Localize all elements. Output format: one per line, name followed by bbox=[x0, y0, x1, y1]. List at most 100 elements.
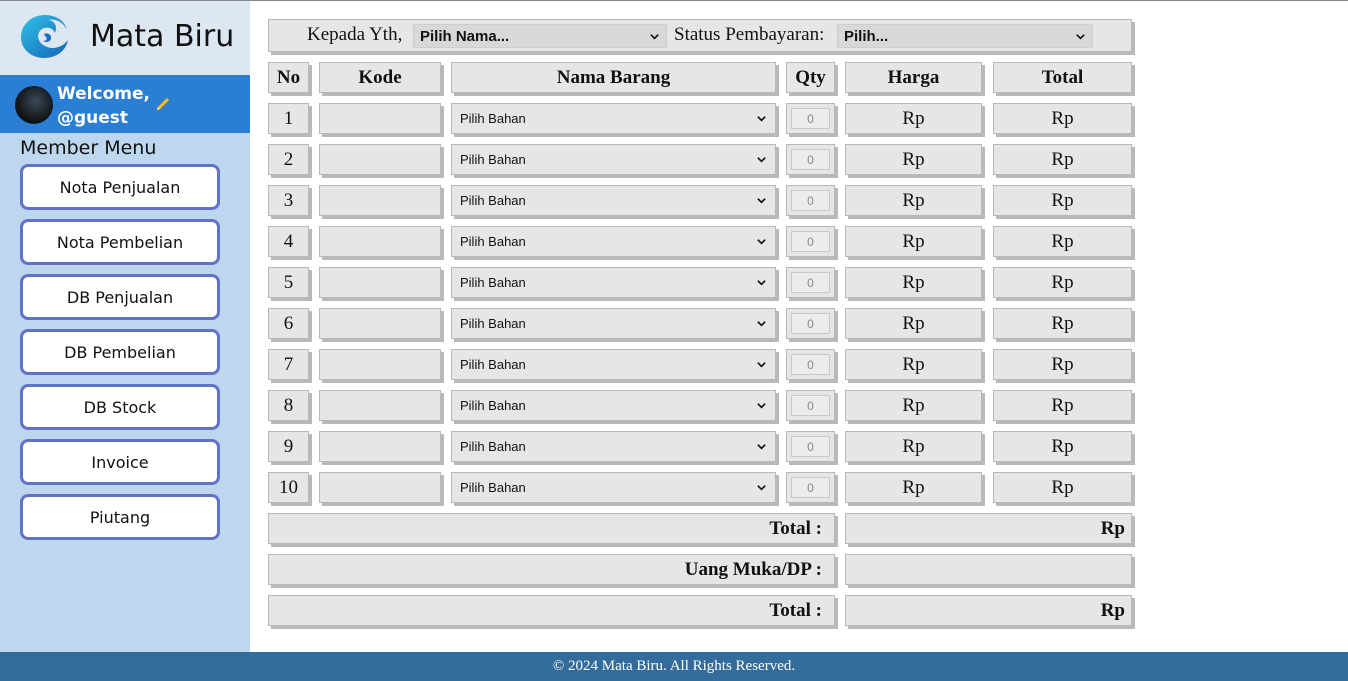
chevron-down-icon bbox=[757, 116, 766, 122]
chevron-down-icon bbox=[650, 33, 659, 40]
qty-value: 0 bbox=[791, 231, 830, 252]
db-pembelian-button[interactable]: DB Pembelian bbox=[20, 329, 220, 375]
nota-penjualan-button[interactable]: Nota Penjualan bbox=[20, 164, 220, 210]
kode-input[interactable] bbox=[319, 390, 441, 421]
chevron-down-icon bbox=[757, 321, 766, 327]
header-harga: Harga bbox=[845, 62, 982, 93]
bahan-select[interactable]: Pilih Bahan bbox=[451, 103, 776, 134]
payment-status-select-value: Pilih... bbox=[844, 27, 889, 45]
username: @guest bbox=[57, 108, 129, 128]
grand-total-label: Total : bbox=[268, 595, 835, 626]
bahan-select[interactable]: Pilih Bahan bbox=[451, 472, 776, 503]
row-number: 5 bbox=[268, 267, 309, 298]
avatar[interactable] bbox=[15, 86, 53, 124]
bahan-select-value: Pilih Bahan bbox=[460, 439, 526, 454]
qty-value: 0 bbox=[791, 436, 830, 457]
kode-input[interactable] bbox=[319, 431, 441, 462]
kode-input[interactable] bbox=[319, 185, 441, 216]
qty-input[interactable]: 0 bbox=[786, 308, 835, 339]
bahan-select[interactable]: Pilih Bahan bbox=[451, 390, 776, 421]
chevron-down-icon bbox=[757, 280, 766, 286]
user-welcome-panel: Welcome, @guest bbox=[0, 75, 250, 133]
kode-input[interactable] bbox=[319, 308, 441, 339]
qty-value: 0 bbox=[791, 313, 830, 334]
qty-input[interactable]: 0 bbox=[786, 349, 835, 380]
footer: © 2024 Mata Biru. All Rights Reserved. bbox=[0, 652, 1348, 681]
chevron-down-icon bbox=[757, 362, 766, 368]
bahan-select-value: Pilih Bahan bbox=[460, 234, 526, 249]
harga-cell: Rp bbox=[845, 226, 982, 257]
row-total-cell: Rp bbox=[993, 103, 1132, 134]
recipient-select[interactable]: Pilih Nama... bbox=[413, 24, 667, 48]
qty-input[interactable]: 0 bbox=[786, 226, 835, 257]
bahan-select-inner: Pilih Bahan bbox=[456, 190, 771, 211]
qty-value: 0 bbox=[791, 190, 830, 211]
harga-cell: Rp bbox=[845, 308, 982, 339]
bahan-select-inner: Pilih Bahan bbox=[456, 149, 771, 170]
row-total-cell: Rp bbox=[993, 349, 1132, 380]
row-total-cell: Rp bbox=[993, 472, 1132, 503]
invoice-header-bar: Kepada Yth, Pilih Nama... Status Pembaya… bbox=[268, 19, 1132, 52]
piutang-button[interactable]: Piutang bbox=[20, 494, 220, 540]
invoice-button[interactable]: Invoice bbox=[20, 439, 220, 485]
bahan-select-value: Pilih Bahan bbox=[460, 316, 526, 331]
kode-input[interactable] bbox=[319, 103, 441, 134]
header-total: Total bbox=[993, 62, 1132, 93]
db-stock-button[interactable]: DB Stock bbox=[20, 384, 220, 430]
kode-input[interactable] bbox=[319, 349, 441, 380]
bahan-select-value: Pilih Bahan bbox=[460, 275, 526, 290]
bahan-select-inner: Pilih Bahan bbox=[456, 477, 771, 498]
db-penjualan-button[interactable]: DB Penjualan bbox=[20, 274, 220, 320]
bahan-select-inner: Pilih Bahan bbox=[456, 231, 771, 252]
row-total-cell: Rp bbox=[993, 390, 1132, 421]
row-total-cell: Rp bbox=[993, 144, 1132, 175]
kode-input[interactable] bbox=[319, 472, 441, 503]
qty-input[interactable]: 0 bbox=[786, 472, 835, 503]
bahan-select-value: Pilih Bahan bbox=[460, 398, 526, 413]
qty-input[interactable]: 0 bbox=[786, 103, 835, 134]
row-number: 2 bbox=[268, 144, 309, 175]
down-payment-input[interactable] bbox=[845, 554, 1132, 585]
bahan-select[interactable]: Pilih Bahan bbox=[451, 226, 776, 257]
bahan-select-value: Pilih Bahan bbox=[460, 193, 526, 208]
recipient-select-value: Pilih Nama... bbox=[420, 27, 510, 45]
harga-cell: Rp bbox=[845, 472, 982, 503]
qty-value: 0 bbox=[791, 149, 830, 170]
bahan-select[interactable]: Pilih Bahan bbox=[451, 267, 776, 298]
chevron-down-icon bbox=[757, 444, 766, 450]
chevron-down-icon bbox=[757, 403, 766, 409]
subtotal-value: Rp bbox=[845, 513, 1132, 544]
header-no: No bbox=[268, 62, 309, 93]
qty-input[interactable]: 0 bbox=[786, 267, 835, 298]
bahan-select-inner: Pilih Bahan bbox=[456, 395, 771, 416]
qty-input[interactable]: 0 bbox=[786, 390, 835, 421]
brand-header: Mata Biru bbox=[0, 1, 250, 75]
bahan-select[interactable]: Pilih Bahan bbox=[451, 431, 776, 462]
bahan-select[interactable]: Pilih Bahan bbox=[451, 349, 776, 380]
edit-pencil-icon[interactable] bbox=[154, 95, 172, 113]
kode-input[interactable] bbox=[319, 226, 441, 257]
qty-input[interactable]: 0 bbox=[786, 185, 835, 216]
payment-status-select[interactable]: Pilih... bbox=[837, 24, 1093, 48]
row-number: 8 bbox=[268, 390, 309, 421]
row-number: 7 bbox=[268, 349, 309, 380]
bahan-select-value: Pilih Bahan bbox=[460, 111, 526, 126]
bahan-select-inner: Pilih Bahan bbox=[456, 354, 771, 375]
header-nama-barang: Nama Barang bbox=[451, 62, 776, 93]
brand-name: Mata Biru bbox=[90, 19, 235, 54]
qty-input[interactable]: 0 bbox=[786, 431, 835, 462]
bahan-select[interactable]: Pilih Bahan bbox=[451, 308, 776, 339]
nota-pembelian-button[interactable]: Nota Pembelian bbox=[20, 219, 220, 265]
kode-input[interactable] bbox=[319, 267, 441, 298]
harga-cell: Rp bbox=[845, 103, 982, 134]
qty-input[interactable]: 0 bbox=[786, 144, 835, 175]
chevron-down-icon bbox=[757, 198, 766, 204]
logo-icon[interactable] bbox=[18, 12, 72, 60]
bahan-select-inner: Pilih Bahan bbox=[456, 272, 771, 293]
qty-value: 0 bbox=[791, 477, 830, 498]
kode-input[interactable] bbox=[319, 144, 441, 175]
bahan-select[interactable]: Pilih Bahan bbox=[451, 185, 776, 216]
member-menu-title: Member Menu bbox=[20, 137, 157, 159]
row-total-cell: Rp bbox=[993, 431, 1132, 462]
bahan-select[interactable]: Pilih Bahan bbox=[451, 144, 776, 175]
